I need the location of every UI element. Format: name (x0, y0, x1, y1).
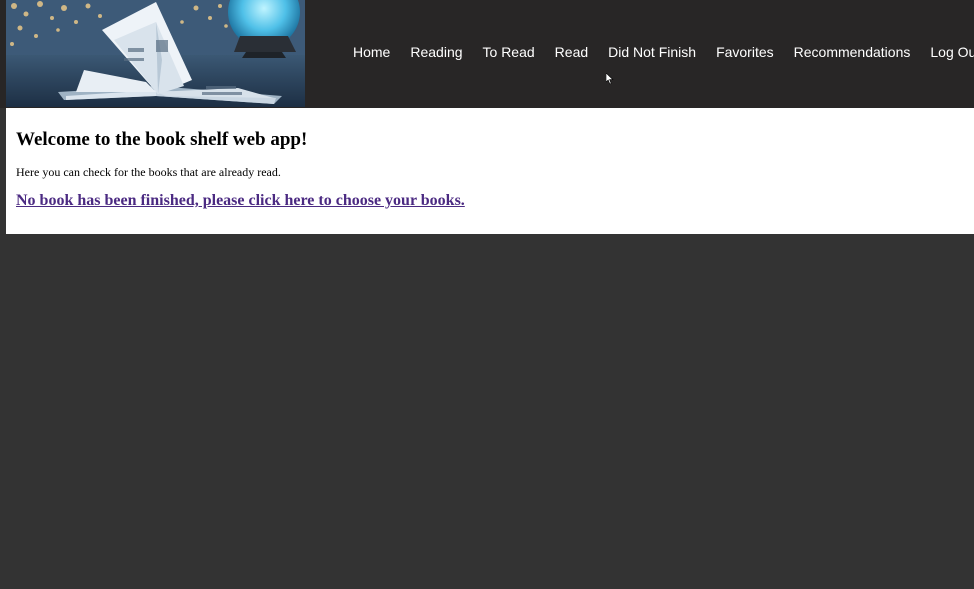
nav-recommendations-link[interactable]: Recommendations (784, 38, 921, 66)
nav-to-read-link[interactable]: To Read (473, 38, 545, 66)
nav-did-not-finish-link[interactable]: Did Not Finish (598, 38, 706, 66)
main-nav: Home Reading To Read Read Did Not Finish… (343, 38, 974, 66)
nav-home-link[interactable]: Home (343, 38, 400, 66)
nav-log-out-link[interactable]: Log Out (920, 38, 974, 66)
main-content-panel: Welcome to the book shelf web app! Here … (6, 108, 974, 234)
choose-books-link[interactable]: No book has been finished, please click … (16, 192, 465, 210)
page-description: Here you can check for the books that ar… (16, 165, 281, 179)
nav-favorites-link[interactable]: Favorites (706, 38, 784, 66)
book-banner-illustration (6, 0, 305, 107)
header-bar: Home Reading To Read Read Did Not Finish… (0, 0, 974, 108)
nav-reading-link[interactable]: Reading (400, 38, 472, 66)
page: Home Reading To Read Read Did Not Finish… (0, 0, 974, 589)
page-title: Welcome to the book shelf web app! (16, 129, 308, 150)
mouse-cursor-icon (606, 73, 614, 85)
nav-read-link[interactable]: Read (545, 38, 598, 66)
banner-image (6, 0, 305, 107)
